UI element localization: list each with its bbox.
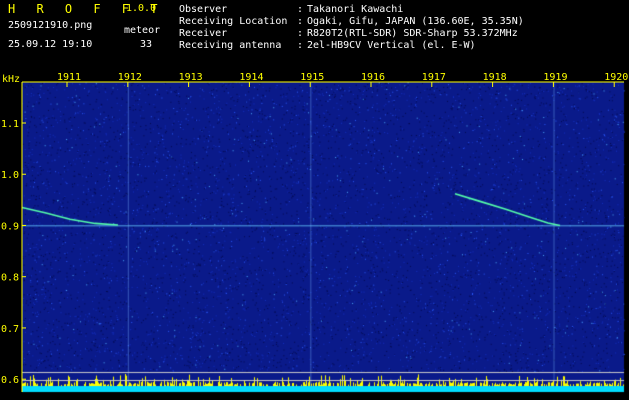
info-value-observer: Takanori Kawachi — [307, 4, 404, 15]
info-value-receiver: R820T2(RTL-SDR) SDR-Sharp 53.372MHz — [307, 28, 518, 39]
time-tick-label: 1917 — [422, 72, 446, 83]
frequency-tick-label: 1.1 — [1, 119, 19, 130]
file-name: 2509121910.png — [8, 20, 93, 31]
spectrogram-axes: kHz 1911 1912 1913 1914 1915 1916 1917 1918 1919 1… — [1, 72, 628, 392]
info-label-antenna: Receiving antenna — [179, 40, 282, 51]
frequency-tick-label: 0.8 — [1, 273, 19, 284]
info-colon: : — [297, 40, 304, 51]
spectrogram-panel: kHz 1911 1912 1913 1914 1915 1916 1917 1918 1919 1… — [0, 72, 629, 400]
info-label-receiver: Receiver — [179, 28, 228, 39]
time-tick-label: 1920 — [604, 72, 628, 83]
time-tick-label: 1916 — [361, 72, 385, 83]
detection-mode-label: meteor — [124, 25, 161, 36]
frequency-unit-label: kHz — [2, 74, 20, 85]
time-tick-label: 1914 — [239, 72, 263, 83]
info-colon: : — [297, 16, 304, 27]
info-label-location: Receiving Location — [179, 16, 288, 27]
time-tick-label: 1912 — [118, 72, 142, 83]
info-value-location: Ogaki, Gifu, JAPAN (136.60E, 35.35N) — [307, 16, 524, 27]
time-tick-label: 1918 — [483, 72, 507, 83]
info-colon: : — [297, 28, 304, 39]
time-tick-label: 1915 — [300, 72, 324, 83]
frequency-tick-label: 0.7 — [1, 324, 19, 335]
info-header: H R O F F T 1.0.0 2509121910.png meteor … — [0, 0, 629, 72]
frequency-tick-label: 0.9 — [1, 221, 19, 232]
info-colon: : — [297, 4, 304, 15]
frequency-tick-label: 1.0 — [1, 170, 19, 181]
time-tick-label: 1911 — [57, 72, 81, 83]
frequency-tick-label: 0.6 — [1, 375, 19, 386]
timestamp: 25.09.12 19:10 — [8, 39, 93, 50]
info-label-observer: Observer — [179, 4, 228, 15]
time-tick-label: 1919 — [543, 72, 567, 83]
app-version: 1.0.0 — [126, 3, 157, 14]
time-tick-label: 1913 — [179, 72, 203, 83]
meteor-count: 33 — [140, 39, 153, 50]
info-value-antenna: 2el-HB9CV Vertical (el. E-W) — [307, 40, 476, 51]
